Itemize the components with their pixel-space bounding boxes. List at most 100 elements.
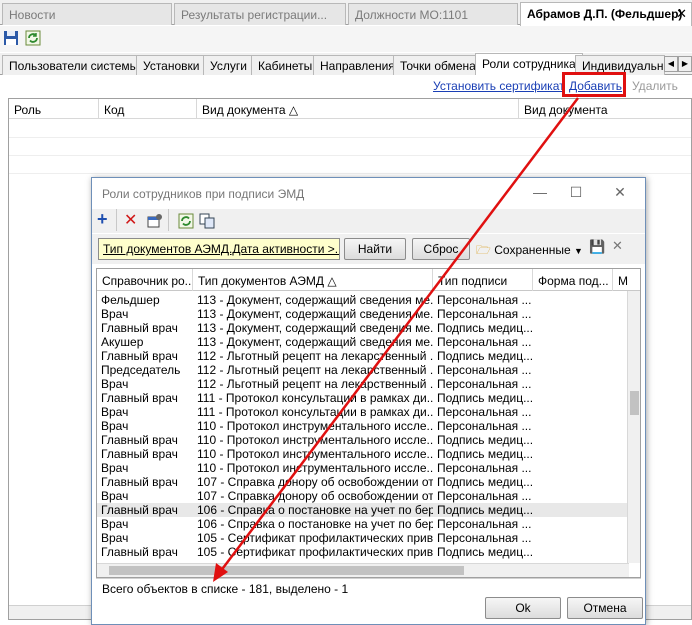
column-header-sign-form[interactable]: Форма под... — [533, 269, 613, 291]
cell-sign: Персональная ... — [437, 517, 532, 531]
tab-settings[interactable]: Установки — [136, 55, 207, 75]
ok-button[interactable]: Ok — [485, 597, 561, 619]
table-row[interactable]: Главный врач 110 - Протокол инструменталь… — [97, 433, 629, 447]
column-header-role-ref[interactable]: Справочник ро... — [97, 269, 193, 291]
cell-sign: Персональная ... — [437, 293, 532, 307]
tab-label: Абрамов Д.П. (Фельдшер) — [527, 7, 683, 21]
cell-doc: 113 - Документ, содержащий сведения ме..… — [197, 321, 433, 335]
column-header-role[interactable]: Роль — [9, 99, 99, 119]
tab-employee[interactable]: Абрамов Д.П. (Фельдшер) ✕ — [520, 2, 692, 26]
cell-doc: 107 - Справка донору об освобождении от … — [197, 475, 433, 489]
install-certificate-link[interactable]: Установить сертификат — [433, 79, 565, 93]
table-row[interactable]: Главный врач 105 - Сертификат профилактич… — [97, 545, 629, 559]
cell-doc: 110 - Протокол инструментального иссле..… — [197, 461, 433, 475]
table-row[interactable]: Врач 105 - Сертификат профилактических пр… — [97, 531, 629, 545]
refresh-icon[interactable] — [178, 213, 194, 229]
saved-filters-dropdown[interactable]: 🗁 Сохраненные ▼ — [476, 241, 583, 262]
refresh-icon[interactable] — [25, 30, 41, 46]
cancel-button[interactable]: Отмена — [567, 597, 643, 619]
column-header-m[interactable]: М — [613, 269, 640, 291]
filter-field[interactable]: Тип документов АЭМД.Дата активности >... — [98, 238, 340, 260]
tab-system-users[interactable]: Пользователи системы — [2, 55, 146, 75]
clear-filter-icon[interactable]: ✕ — [612, 238, 623, 254]
table-row[interactable]: Председатель 112 - Льготный рецепт на лек… — [97, 363, 629, 377]
grid-line — [9, 137, 691, 138]
tab-exchange-points[interactable]: Точки обмена — [393, 55, 483, 75]
table-row[interactable]: Главный врач 112 - Льготный рецепт на лек… — [97, 349, 629, 363]
toolbar-separator — [116, 209, 117, 231]
cell-doc: 110 - Протокол инструментального иссле..… — [197, 447, 433, 461]
tab-label: Роли сотрудника — [482, 57, 576, 71]
table-row[interactable]: Врач 110 - Протокол инструментального исс… — [97, 461, 629, 475]
close-icon[interactable]: ✕ — [612, 184, 628, 200]
column-header-doc-type-2[interactable]: Вид документа — [519, 99, 692, 119]
table-row[interactable]: Врач 107 - Справка донору об освобождении… — [97, 489, 629, 503]
cell-sign: Подпись медиц... — [437, 447, 533, 461]
emd-roles-table: Справочник ро... Тип документов АЭМД △ Т… — [96, 268, 641, 578]
cell-sign: Персональная ... — [437, 377, 532, 391]
copy-icon[interactable] — [199, 213, 215, 229]
cell-sign: Персональная ... — [437, 307, 532, 321]
maximize-icon[interactable]: ☐ — [568, 184, 584, 200]
header-label: Форма под... — [538, 274, 609, 288]
tab-positions[interactable]: Должности МО:1101 — [348, 3, 518, 25]
tab-label: Результаты регистрации... — [181, 8, 328, 22]
scroll-thumb[interactable] — [109, 566, 464, 575]
header-label: Тип документов АЭМД — [198, 274, 325, 288]
header-label: Вид документа — [524, 103, 608, 117]
tab-referrals[interactable]: Направления — [313, 55, 402, 75]
find-button[interactable]: Найти — [344, 238, 406, 260]
cell-doc: 106 - Справка о постановке на учет по бе… — [197, 503, 433, 517]
emd-roles-dialog: Роли сотрудников при подписи ЭМД — ☐ ✕ +… — [91, 177, 646, 625]
save-filter-icon[interactable]: 💾 — [589, 239, 605, 255]
properties-icon[interactable] — [147, 213, 163, 229]
column-header-doc-type[interactable]: Вид документа △ — [197, 99, 519, 119]
vertical-scrollbar[interactable] — [627, 291, 640, 563]
reset-button[interactable]: Сброс — [412, 238, 470, 260]
cell-role: Врач — [101, 489, 129, 503]
column-header-code[interactable]: Код — [99, 99, 197, 119]
horizontal-scrollbar[interactable] — [97, 563, 629, 577]
cell-role: Главный врач — [101, 503, 178, 517]
cell-role: Главный врач — [101, 349, 178, 363]
table-row[interactable]: Врач 110 - Протокол инструментального исс… — [97, 419, 629, 433]
table-row[interactable]: Акушер 113 - Документ, содержащий сведени… — [97, 335, 629, 349]
save-icon[interactable] — [3, 30, 19, 46]
table-row[interactable]: Главный врач 106 - Справка о постановке н… — [97, 503, 629, 517]
divider — [96, 578, 641, 579]
column-header-emd-type[interactable]: Тип документов АЭМД △ — [193, 269, 433, 291]
cell-role: Главный врач — [101, 391, 178, 405]
cell-role: Главный врач — [101, 475, 178, 489]
table-row[interactable]: Главный врач 113 - Документ, содержащий с… — [97, 321, 629, 335]
table-row[interactable]: Врач 113 - Документ, содержащий сведения … — [97, 307, 629, 321]
add-icon[interactable]: + — [97, 209, 108, 230]
minimize-icon[interactable]: — — [532, 184, 548, 200]
cell-role: Врач — [101, 419, 129, 433]
scroll-thumb[interactable] — [630, 391, 639, 415]
table-row[interactable]: Фельдшер 113 - Документ, содержащий сведе… — [97, 293, 629, 307]
table-row[interactable]: Врач 111 - Протокол консультации в рамках… — [97, 405, 629, 419]
scroll-right-icon[interactable]: ▶ — [678, 56, 692, 72]
tab-registration-results[interactable]: Результаты регистрации... — [174, 3, 346, 25]
column-header-sign-type[interactable]: Тип подписи — [433, 269, 533, 291]
delete-icon[interactable]: ✕ — [124, 210, 137, 230]
table-row[interactable]: Главный врач 110 - Протокол инструменталь… — [97, 447, 629, 461]
tab-services[interactable]: Услуги — [203, 55, 254, 75]
cell-role: Главный врач — [101, 545, 178, 559]
table-row[interactable]: Главный врач 111 - Протокол консультации … — [97, 391, 629, 405]
tab-rooms[interactable]: Кабинеты — [251, 55, 320, 75]
cell-doc: 113 - Документ, содержащий сведения ме..… — [197, 293, 433, 307]
scroll-left-icon[interactable]: ◀ — [664, 56, 678, 72]
cell-doc: 110 - Протокол инструментального иссле..… — [197, 419, 433, 433]
table-row[interactable]: Врач 106 - Справка о постановке на учет п… — [97, 517, 629, 531]
table-row[interactable]: Главный врач 107 - Справка донору об осво… — [97, 475, 629, 489]
cell-role: Главный врач — [101, 447, 178, 461]
table-row[interactable]: Врач 112 - Льготный рецепт на лекарственн… — [97, 377, 629, 391]
app-window: { "top_tabs": [ {"label": "Новости"}, {"… — [0, 0, 692, 625]
cell-sign: Персональная ... — [437, 335, 532, 349]
header-label: Справочник ро... — [102, 274, 193, 288]
close-icon[interactable]: ✕ — [676, 6, 687, 22]
grid-line — [9, 155, 691, 156]
cell-doc: 111 - Протокол консультации в рамках ди.… — [197, 405, 433, 419]
tab-news[interactable]: Новости — [2, 3, 172, 25]
